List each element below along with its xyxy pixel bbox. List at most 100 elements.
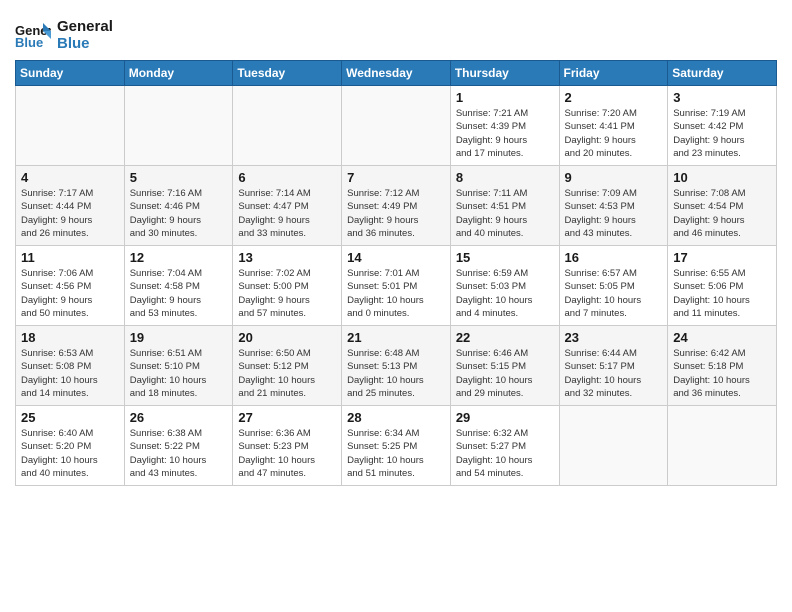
day-number: 1 [456,90,554,105]
calendar-cell: 17 Sunrise: 6:55 AM Sunset: 5:06 PM Dayli… [668,246,777,326]
calendar-cell: 13 Sunrise: 7:02 AM Sunset: 5:00 PM Dayli… [233,246,342,326]
day-info: Sunrise: 7:19 AM Sunset: 4:42 PM Dayligh… [673,107,771,160]
calendar-cell: 1 Sunrise: 7:21 AM Sunset: 4:39 PM Daylig… [450,86,559,166]
day-info: Sunrise: 7:16 AM Sunset: 4:46 PM Dayligh… [130,187,228,240]
day-number: 3 [673,90,771,105]
day-number: 16 [565,250,663,265]
day-header-thursday: Thursday [450,61,559,86]
calendar-cell: 12 Sunrise: 7:04 AM Sunset: 4:58 PM Dayli… [124,246,233,326]
day-info: Sunrise: 6:38 AM Sunset: 5:22 PM Dayligh… [130,427,228,480]
day-info: Sunrise: 6:57 AM Sunset: 5:05 PM Dayligh… [565,267,663,320]
week-row-2: 4Sunrise: 7:17 AM Sunset: 4:44 PM Daylig… [16,166,777,246]
day-info: Sunrise: 6:50 AM Sunset: 5:12 PM Dayligh… [238,347,336,400]
calendar-cell: 4Sunrise: 7:17 AM Sunset: 4:44 PM Daylig… [16,166,125,246]
day-number: 15 [456,250,554,265]
day-info: Sunrise: 6:59 AM Sunset: 5:03 PM Dayligh… [456,267,554,320]
day-number: 25 [21,410,119,425]
day-info: Sunrise: 7:02 AM Sunset: 5:00 PM Dayligh… [238,267,336,320]
day-info: Sunrise: 7:09 AM Sunset: 4:53 PM Dayligh… [565,187,663,240]
day-info: Sunrise: 6:42 AM Sunset: 5:18 PM Dayligh… [673,347,771,400]
day-info: Sunrise: 7:17 AM Sunset: 4:44 PM Dayligh… [21,187,119,240]
day-number: 11 [21,250,119,265]
day-number: 24 [673,330,771,345]
calendar-cell: 19Sunrise: 6:51 AM Sunset: 5:10 PM Dayli… [124,326,233,406]
day-number: 17 [673,250,771,265]
day-number: 2 [565,90,663,105]
day-info: Sunrise: 6:51 AM Sunset: 5:10 PM Dayligh… [130,347,228,400]
calendar-cell: 21 Sunrise: 6:48 AM Sunset: 5:13 PM Dayli… [342,326,451,406]
logo-text-line1: General [57,18,113,35]
calendar-cell: 29 Sunrise: 6:32 AM Sunset: 5:27 PM Dayli… [450,406,559,486]
calendar-cell: 23 Sunrise: 6:44 AM Sunset: 5:17 PM Dayli… [559,326,668,406]
day-header-tuesday: Tuesday [233,61,342,86]
day-header-sunday: Sunday [16,61,125,86]
day-number: 10 [673,170,771,185]
calendar-cell [559,406,668,486]
week-row-1: 1 Sunrise: 7:21 AM Sunset: 4:39 PM Daylig… [16,86,777,166]
calendar-cell: 24 Sunrise: 6:42 AM Sunset: 5:18 PM Dayli… [668,326,777,406]
calendar-cell: 28Sunrise: 6:34 AM Sunset: 5:25 PM Dayli… [342,406,451,486]
calendar-cell: 22Sunrise: 6:46 AM Sunset: 5:15 PM Dayli… [450,326,559,406]
day-number: 20 [238,330,336,345]
logo: General Blue General Blue [15,18,113,52]
day-number: 12 [130,250,228,265]
calendar-cell: 15 Sunrise: 6:59 AM Sunset: 5:03 PM Dayli… [450,246,559,326]
calendar-cell: 5 Sunrise: 7:16 AM Sunset: 4:46 PM Daylig… [124,166,233,246]
calendar-cell: 10 Sunrise: 7:08 AM Sunset: 4:54 PM Dayli… [668,166,777,246]
calendar-cell: 20 Sunrise: 6:50 AM Sunset: 5:12 PM Dayli… [233,326,342,406]
calendar-cell: 11 Sunrise: 7:06 AM Sunset: 4:56 PM Dayli… [16,246,125,326]
day-header-monday: Monday [124,61,233,86]
day-info: Sunrise: 7:08 AM Sunset: 4:54 PM Dayligh… [673,187,771,240]
week-row-3: 11 Sunrise: 7:06 AM Sunset: 4:56 PM Dayli… [16,246,777,326]
day-info: Sunrise: 7:14 AM Sunset: 4:47 PM Dayligh… [238,187,336,240]
day-header-saturday: Saturday [668,61,777,86]
day-number: 6 [238,170,336,185]
calendar-cell [668,406,777,486]
day-number: 14 [347,250,445,265]
day-number: 13 [238,250,336,265]
logo-icon: General Blue [15,21,51,49]
calendar-cell [233,86,342,166]
calendar-cell: 2 Sunrise: 7:20 AM Sunset: 4:41 PM Daylig… [559,86,668,166]
calendar-cell [342,86,451,166]
day-number: 27 [238,410,336,425]
day-info: Sunrise: 7:20 AM Sunset: 4:41 PM Dayligh… [565,107,663,160]
day-info: Sunrise: 7:04 AM Sunset: 4:58 PM Dayligh… [130,267,228,320]
calendar-cell: 18 Sunrise: 6:53 AM Sunset: 5:08 PM Dayli… [16,326,125,406]
calendar-cell: 16 Sunrise: 6:57 AM Sunset: 5:05 PM Dayli… [559,246,668,326]
week-row-5: 25 Sunrise: 6:40 AM Sunset: 5:20 PM Dayli… [16,406,777,486]
calendar-cell: 8 Sunrise: 7:11 AM Sunset: 4:51 PM Daylig… [450,166,559,246]
day-number: 23 [565,330,663,345]
day-number: 9 [565,170,663,185]
day-number: 26 [130,410,228,425]
calendar-cell [16,86,125,166]
day-number: 8 [456,170,554,185]
day-info: Sunrise: 7:11 AM Sunset: 4:51 PM Dayligh… [456,187,554,240]
day-info: Sunrise: 7:06 AM Sunset: 4:56 PM Dayligh… [21,267,119,320]
calendar-cell: 9 Sunrise: 7:09 AM Sunset: 4:53 PM Daylig… [559,166,668,246]
day-number: 29 [456,410,554,425]
day-info: Sunrise: 6:32 AM Sunset: 5:27 PM Dayligh… [456,427,554,480]
day-info: Sunrise: 7:01 AM Sunset: 5:01 PM Dayligh… [347,267,445,320]
calendar-cell [124,86,233,166]
logo-text-line2: Blue [57,35,113,52]
day-header-wednesday: Wednesday [342,61,451,86]
day-number: 18 [21,330,119,345]
calendar-table: SundayMondayTuesdayWednesdayThursdayFrid… [15,60,777,486]
day-info: Sunrise: 6:46 AM Sunset: 5:15 PM Dayligh… [456,347,554,400]
calendar-cell: 3 Sunrise: 7:19 AM Sunset: 4:42 PM Daylig… [668,86,777,166]
header: General Blue General Blue [15,10,777,52]
day-info: Sunrise: 7:12 AM Sunset: 4:49 PM Dayligh… [347,187,445,240]
day-info: Sunrise: 6:40 AM Sunset: 5:20 PM Dayligh… [21,427,119,480]
day-number: 21 [347,330,445,345]
day-number: 7 [347,170,445,185]
calendar-cell: 27Sunrise: 6:36 AM Sunset: 5:23 PM Dayli… [233,406,342,486]
day-info: Sunrise: 6:48 AM Sunset: 5:13 PM Dayligh… [347,347,445,400]
day-info: Sunrise: 6:44 AM Sunset: 5:17 PM Dayligh… [565,347,663,400]
day-info: Sunrise: 7:21 AM Sunset: 4:39 PM Dayligh… [456,107,554,160]
day-info: Sunrise: 6:55 AM Sunset: 5:06 PM Dayligh… [673,267,771,320]
day-number: 5 [130,170,228,185]
day-info: Sunrise: 6:53 AM Sunset: 5:08 PM Dayligh… [21,347,119,400]
calendar-cell: 26 Sunrise: 6:38 AM Sunset: 5:22 PM Dayli… [124,406,233,486]
week-row-4: 18 Sunrise: 6:53 AM Sunset: 5:08 PM Dayli… [16,326,777,406]
